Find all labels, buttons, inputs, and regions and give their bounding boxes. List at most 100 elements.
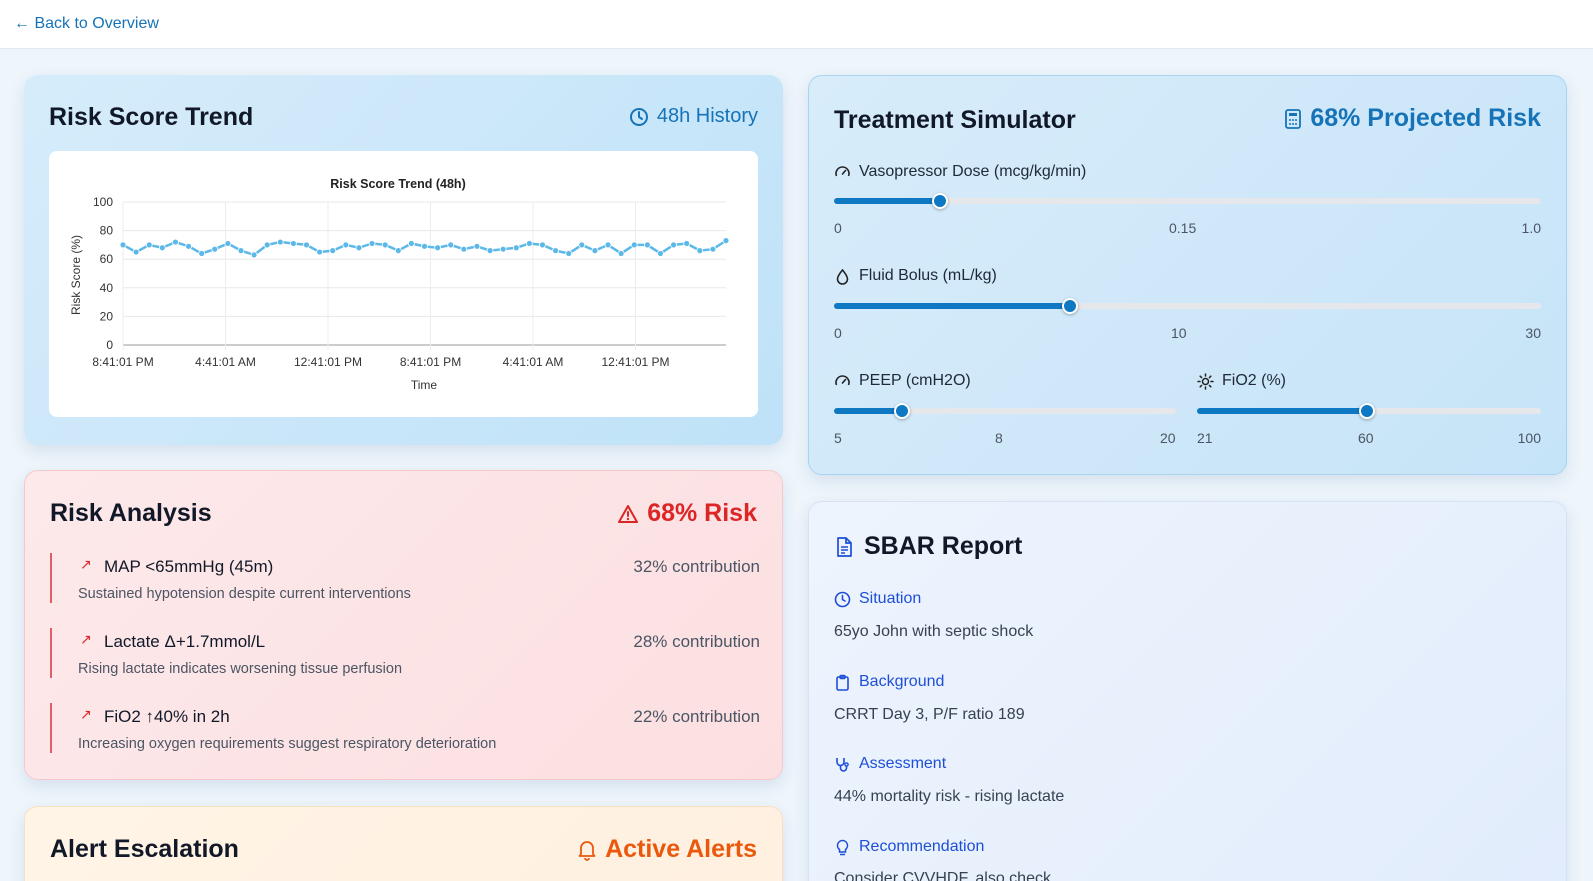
chart-data-point[interactable] [604,241,612,249]
chart-data-point[interactable] [368,240,376,247]
chart-data-point[interactable] [145,241,153,249]
fio2-mid: 60 [1358,430,1374,446]
gauge-icon [835,374,850,385]
chart-data-point[interactable] [434,244,442,252]
chart-ylabel: Risk Score (%) [69,235,83,315]
background-label: Background [859,673,945,690]
chart-data-point[interactable] [303,241,310,249]
chart-data-point[interactable] [172,238,179,246]
fluid-label-group: Fluid Bolus (mL/kg) [834,267,997,285]
clipboard-icon [836,674,849,691]
chart-data-point[interactable] [224,240,232,247]
calculator-icon [1285,108,1302,129]
chart-data-point[interactable] [552,247,559,255]
chart-data-point[interactable] [643,241,651,249]
chart-ytick-label: 80 [100,224,114,238]
assessment-label: Assessment [859,755,947,772]
peep-label: PEEP (cmH2O) [859,372,971,389]
fluid-slider[interactable] [834,298,1541,314]
chart-data-point[interactable] [394,247,402,255]
chart-data-point[interactable] [657,250,664,257]
chart-data-point[interactable] [355,244,363,252]
chart-data-point[interactable] [407,240,415,247]
risk-factor-name: MAP <65mmHg (45m) [104,557,274,576]
chart-xtick-label: 8:41:01 PM [400,355,461,369]
risk-factor-description: Sustained hypotension despite current in… [78,586,411,602]
back-to-overview-link[interactable]: ← Back to Overview [14,15,159,33]
chart-ytick-label: 100 [93,195,113,209]
chart-data-point[interactable] [290,240,297,247]
chart-data-point[interactable] [617,250,625,257]
alert-escalation-title: Alert Escalation [50,835,239,863]
chart-data-point[interactable] [185,242,192,250]
fluid-slider-thumb[interactable] [1061,298,1078,314]
fio2-slider[interactable] [1197,403,1541,419]
history-badge[interactable]: 48h History [629,105,758,128]
chart-data-point[interactable] [722,237,730,245]
chart-data-point[interactable] [499,245,507,253]
chart-data-point[interactable] [539,241,546,249]
assessment-heading: Assessment [834,755,946,773]
clock-icon [629,107,648,126]
peep-slider-thumb[interactable] [894,403,911,419]
chart-data-point[interactable] [565,250,573,257]
chart-xtick-label: 12:41:01 PM [601,355,669,369]
chart-data-point[interactable] [447,241,455,249]
fio2-max: 100 [1517,430,1541,446]
risk-factor-name: FiO2 ↑40% in 2h [104,707,230,726]
risk-factor-description: Rising lactate indicates worsening tissu… [78,661,403,677]
risk-badge-label: 68% Risk [647,499,757,527]
chart-data-point[interactable] [421,242,428,250]
chart-data-point[interactable] [237,247,245,255]
chart-data-point[interactable] [696,247,704,255]
chart-data-point[interactable] [316,248,324,256]
clock-icon [834,591,851,607]
chart-data-point[interactable] [250,251,258,259]
vasopressor-slider-thumb[interactable] [932,193,949,209]
chart-data-point[interactable] [119,241,127,249]
fio2-slider-thumb[interactable] [1358,403,1375,419]
chart-data-point[interactable] [486,247,494,255]
risk-trend-title: Risk Score Trend [49,103,254,131]
chart-ytick-label: 60 [100,252,114,266]
peep-max: 20 [1160,430,1176,446]
trend-up-icon: ↗ [80,706,92,722]
chart-data-point[interactable] [329,247,337,255]
chart-data-point[interactable] [670,241,677,249]
chart-ytick-label: 20 [100,309,114,323]
situation-label: Situation [859,590,922,607]
recommendation-label: Recommendation [859,838,985,855]
background-heading: Background [834,673,944,691]
chart-data-point[interactable] [276,238,284,246]
sbar-report-card: SBAR Report Situation 65yo John with sep… [808,501,1567,881]
chart-data-point[interactable] [683,240,691,247]
chart-data-point[interactable] [460,245,468,253]
chart-data-point[interactable] [342,241,350,249]
chart-data-point[interactable] [473,242,481,250]
chart-xtick-label: 8:41:01 PM [92,355,153,369]
chart-data-point[interactable] [630,241,638,249]
risk-factor-item[interactable]: ↗ Lactate Δ+1.7mmol/L 28% contribution R… [50,628,760,678]
chart-ytick-label: 40 [100,281,114,295]
risk-factor-name: Lactate Δ+1.7mmol/L [104,632,266,651]
chart-data-point[interactable] [381,241,389,249]
vasopressor-label: Vasopressor Dose (mcg/kg/min) [859,163,1087,180]
chart-data-point[interactable] [158,244,166,252]
vasopressor-min: 0 [834,220,842,236]
vasopressor-slider[interactable] [834,193,1541,209]
chart-data-point[interactable] [263,241,271,249]
chart-data-point[interactable] [211,245,219,253]
chart-data-point[interactable] [578,241,586,249]
chart-data-point[interactable] [132,248,140,256]
chart-data-point[interactable] [591,247,599,255]
chart-data-point[interactable] [709,245,717,253]
chart-data-point[interactable] [198,250,206,257]
fluid-mid: 10 [1171,325,1187,341]
active-alerts-badge[interactable]: Active Alerts [577,835,757,864]
chart-data-point[interactable] [512,244,520,252]
treatment-simulator-card: Treatment Simulator 68% Projected Risk V… [808,75,1567,475]
risk-factor-item[interactable]: ↗ MAP <65mmHg (45m) 32% contribution Sus… [50,553,760,603]
chart-data-point[interactable] [525,240,533,247]
peep-slider[interactable] [834,403,1176,419]
risk-factor-item[interactable]: ↗ FiO2 ↑40% in 2h 22% contribution Incre… [50,703,760,753]
